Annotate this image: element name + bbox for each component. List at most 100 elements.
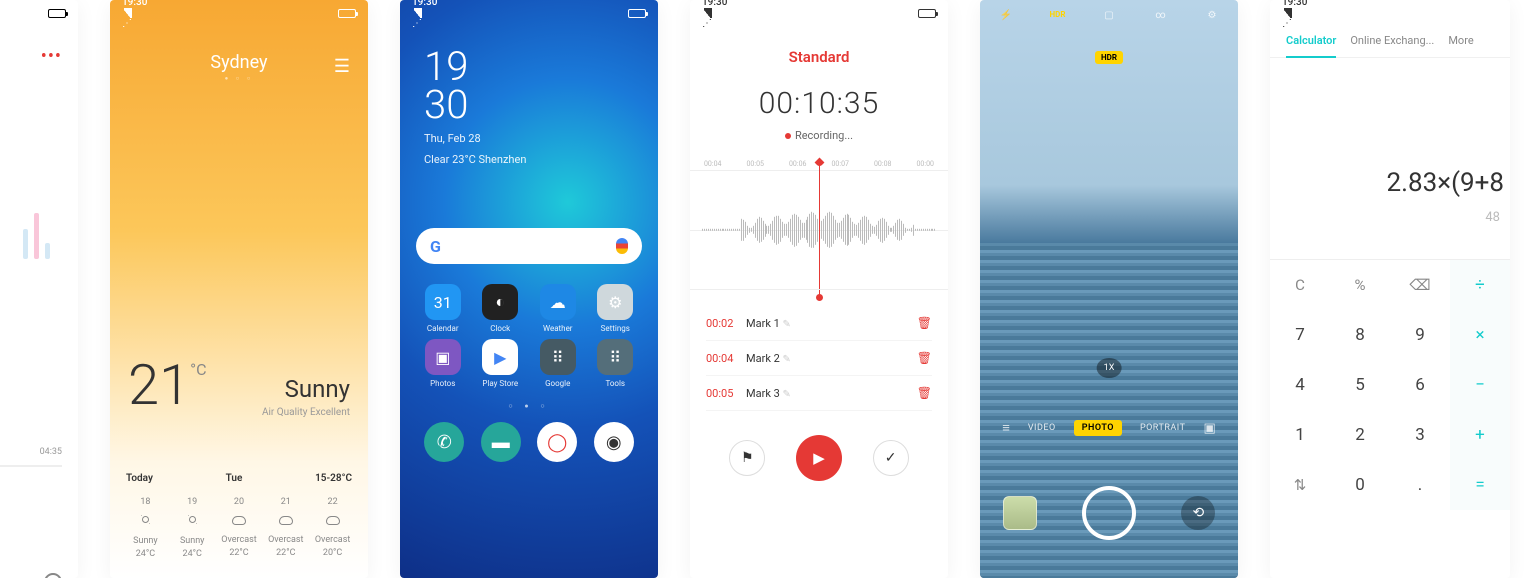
loop-icon[interactable] xyxy=(44,573,62,578)
key-4[interactable]: 4 xyxy=(1270,360,1330,410)
flag-button[interactable]: ⚑ xyxy=(729,440,765,476)
mark-row[interactable]: 00:02Mark 1 ✎🗑 xyxy=(706,306,932,341)
key-⌫[interactable]: ⌫ xyxy=(1390,260,1450,310)
edit-icon[interactable]: ✎ xyxy=(783,354,791,365)
key-%[interactable]: % xyxy=(1330,260,1390,310)
dock: ✆ ▬ ◯ ◉ xyxy=(400,416,658,476)
expression: 2.83×(9+8 xyxy=(1270,58,1510,204)
done-button[interactable]: ✓ xyxy=(873,440,909,476)
tab-more[interactable]: More xyxy=(1448,34,1473,47)
status-text: Recording... xyxy=(690,129,948,142)
keypad: C%⌫÷ 789× 456− 123+ ⇅0.= xyxy=(1270,259,1510,510)
forecast-day[interactable]: 18Sunny24°C xyxy=(122,494,169,562)
delete-icon[interactable]: 🗑 xyxy=(917,316,932,330)
phone-icon[interactable]: ✆ xyxy=(424,422,464,462)
menu-dots-icon[interactable]: ••• xyxy=(0,42,62,71)
filter-icon[interactable]: ∞ xyxy=(1153,10,1169,21)
mode-video[interactable]: VIDEO xyxy=(1028,423,1056,433)
key-9[interactable]: 9 xyxy=(1390,310,1450,360)
mode-title[interactable]: Standard xyxy=(690,48,948,66)
weather-screen: 19:30 ⋰ Sydney ● ○ ○ ☰ 21°C SunnyAir Qua… xyxy=(110,0,368,578)
forecast-day[interactable]: 22Overcast20°C xyxy=(309,494,356,562)
key-÷[interactable]: ÷ xyxy=(1450,260,1510,310)
edit-icon[interactable]: ✎ xyxy=(783,319,791,330)
equalizer-bars xyxy=(0,515,62,563)
status-bar xyxy=(0,0,78,22)
app-photos[interactable]: ▣Photos xyxy=(414,339,472,388)
clock-widget[interactable]: 19 30 Thu, Feb 28 Clear 23°C Shenzhen xyxy=(400,22,658,170)
tab-calculator[interactable]: Calculator xyxy=(1286,34,1336,58)
status-bar: 19:30 ⋰ xyxy=(110,0,368,22)
camera-topbar: ⚡ HDR ▢ ∞ ⚙ xyxy=(980,0,1238,31)
key-0[interactable]: 0 xyxy=(1330,460,1390,510)
zoom-button[interactable]: 1X xyxy=(1097,358,1122,378)
search-bar[interactable]: G xyxy=(416,228,642,264)
playhead-icon[interactable] xyxy=(819,162,820,298)
settings-icon[interactable]: ⚙ xyxy=(1204,10,1220,21)
app-weather[interactable]: ☁Weather xyxy=(529,284,587,333)
air-quality: Air Quality Excellent xyxy=(262,407,350,418)
camera-icon[interactable]: ◉ xyxy=(594,422,634,462)
app-calendar[interactable]: 31Calendar xyxy=(414,284,472,333)
key-1[interactable]: 1 xyxy=(1270,410,1330,460)
mode-photo[interactable]: PHOTO xyxy=(1074,420,1122,436)
key-.[interactable]: . xyxy=(1390,460,1450,510)
key-+[interactable]: + xyxy=(1450,410,1510,460)
city-name[interactable]: Sydney xyxy=(110,52,368,73)
progress-bar[interactable] xyxy=(0,465,62,467)
mode-portrait[interactable]: PORTRAIT xyxy=(1140,423,1186,433)
flash-icon[interactable]: ⚡ xyxy=(998,10,1014,21)
forecast-day[interactable]: 20Overcast22°C xyxy=(216,494,263,562)
song-title: 't Go xyxy=(0,349,62,377)
tab-exchange[interactable]: Online Exchang... xyxy=(1350,34,1434,47)
key-=[interactable]: = xyxy=(1450,460,1510,510)
menu-icon[interactable]: ≡ xyxy=(1002,420,1010,436)
app-tools[interactable]: ⠿Tools xyxy=(587,339,645,388)
app-play-store[interactable]: ▶Play Store xyxy=(472,339,530,388)
app-clock[interactable]: ◐Clock xyxy=(472,284,530,333)
app-google[interactable]: ⠿Google xyxy=(529,339,587,388)
page-dots-icon: ○ ● ○ xyxy=(400,402,658,410)
browser-icon[interactable]: ◯ xyxy=(537,422,577,462)
recorder-screen: 19:30 ⋰ Standard 00:10:35 Recording... 0… xyxy=(690,0,948,578)
mic-icon[interactable] xyxy=(616,238,628,254)
messages-icon[interactable]: ▬ xyxy=(481,422,521,462)
play-button[interactable]: ▶ xyxy=(796,435,842,481)
forecast-day[interactable]: 21Overcast22°C xyxy=(262,494,309,562)
menu-icon[interactable]: ☰ xyxy=(334,56,350,77)
flip-camera-icon[interactable]: ⟲ xyxy=(1181,496,1215,530)
hdr-icon[interactable]: HDR xyxy=(1050,10,1066,21)
key-5[interactable]: 5 xyxy=(1330,360,1390,410)
track-duration: 04:35 xyxy=(40,447,62,457)
timer: 00:10:35 xyxy=(690,86,948,121)
ratio-icon[interactable]: ▢ xyxy=(1101,10,1117,21)
key-⇅[interactable]: ⇅ xyxy=(1270,460,1330,510)
music-screen: ••• 't Go 04:35 xyxy=(0,0,78,578)
key-C[interactable]: C xyxy=(1270,260,1330,310)
camera-screen: ⚡ HDR ▢ ∞ ⚙ HDR 1X ≡ VIDEO PHOTO PORTRAI… xyxy=(980,0,1238,578)
mark-row[interactable]: 00:04Mark 2 ✎🗑 xyxy=(706,341,932,376)
forecast-panel[interactable]: TodayTue15-28°C 18Sunny24°C19Sunny24°C20… xyxy=(122,473,356,562)
key-8[interactable]: 8 xyxy=(1330,310,1390,360)
key-7[interactable]: 7 xyxy=(1270,310,1330,360)
delete-icon[interactable]: 🗑 xyxy=(917,351,932,365)
status-bar: 19:30 ⋰ xyxy=(1270,0,1510,22)
status-bar: 19:30 ⋰ xyxy=(400,0,658,22)
waveform[interactable] xyxy=(690,170,948,290)
shutter-button[interactable] xyxy=(1082,486,1136,540)
key-×[interactable]: × xyxy=(1450,310,1510,360)
google-logo-icon: G xyxy=(430,237,441,256)
more-icon[interactable]: ▣ xyxy=(1203,421,1215,436)
delete-icon[interactable]: 🗑 xyxy=(917,386,932,400)
key-6[interactable]: 6 xyxy=(1390,360,1450,410)
edit-icon[interactable]: ✎ xyxy=(783,389,791,400)
gallery-thumb[interactable] xyxy=(1003,496,1037,530)
key-2[interactable]: 2 xyxy=(1330,410,1390,460)
key-−[interactable]: − xyxy=(1450,360,1510,410)
calculator-screen: 19:30 ⋰ Calculator Online Exchang... Mor… xyxy=(1270,0,1510,578)
mark-row[interactable]: 00:05Mark 3 ✎🗑 xyxy=(706,376,932,411)
forecast-day[interactable]: 19Sunny24°C xyxy=(169,494,216,562)
app-settings[interactable]: ⚙Settings xyxy=(587,284,645,333)
key-3[interactable]: 3 xyxy=(1390,410,1450,460)
mode-selector[interactable]: ≡ VIDEO PHOTO PORTRAIT ▣ xyxy=(980,420,1238,436)
